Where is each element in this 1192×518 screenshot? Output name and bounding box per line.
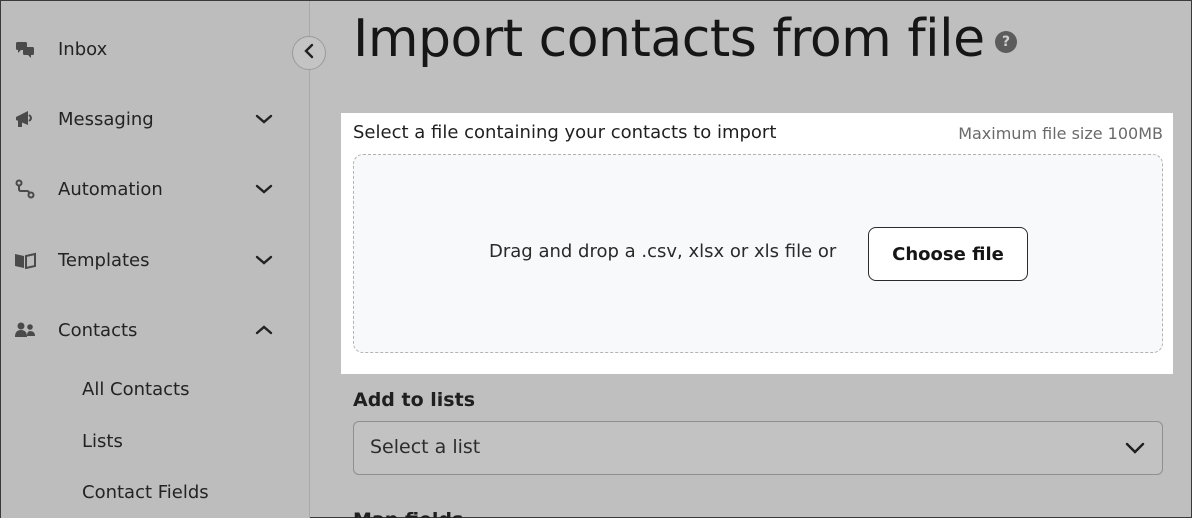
sidebar-item-label: Inbox [58,38,108,60]
sidebar-item-inbox[interactable]: Inbox [1,24,310,74]
sidebar-subitem-contact-fields[interactable]: Contact Fields [82,482,209,503]
chevron-left-icon [303,43,315,63]
sidebar-item-messaging[interactable]: Messaging [1,94,310,144]
sidebar-item-label: Contacts [58,319,138,341]
sidebar-subitem-all-contacts[interactable]: All Contacts [82,379,189,400]
sidebar-item-automation[interactable]: Automation [1,164,310,214]
chevron-down-icon[interactable] [254,250,274,270]
book-open-icon [14,250,36,270]
chevron-down-icon [1124,437,1146,459]
list-select-dropdown[interactable]: Select a list [353,421,1163,475]
flow-path-icon [14,179,36,199]
choose-file-button[interactable]: Choose file [868,227,1028,281]
users-icon [14,320,36,340]
sidebar-item-label: Automation [58,178,163,200]
file-upload-panel: Select a file containing your contacts t… [341,113,1173,374]
chevron-up-icon[interactable] [254,320,274,340]
upload-label: Select a file containing your contacts t… [353,122,777,143]
map-fields-heading: Map fields [353,509,463,518]
sidebar: Inbox Messaging Automation Templates Con… [1,1,310,518]
sidebar-item-label: Templates [58,249,150,271]
chevron-down-icon[interactable] [254,109,274,129]
chat-bubbles-icon [14,39,36,59]
sidebar-subitem-lists[interactable]: Lists [82,431,123,452]
help-icon[interactable]: ? [995,31,1017,53]
max-file-size-note: Maximum file size 100MB [958,124,1163,143]
megaphone-icon [14,109,36,129]
sidebar-item-label: Messaging [58,108,154,130]
add-to-lists-label: Add to lists [353,389,475,411]
sidebar-item-contacts[interactable]: Contacts [1,305,310,355]
sidebar-item-templates[interactable]: Templates [1,235,310,285]
list-select-placeholder: Select a list [370,436,481,458]
chevron-down-icon[interactable] [254,179,274,199]
dropzone-instructions: Drag and drop a .csv, xlsx or xls file o… [489,241,837,262]
file-dropzone[interactable]: Drag and drop a .csv, xlsx or xls file o… [353,154,1163,353]
collapse-sidebar-button[interactable] [292,36,326,70]
page-title: Import contacts from file [353,9,985,69]
